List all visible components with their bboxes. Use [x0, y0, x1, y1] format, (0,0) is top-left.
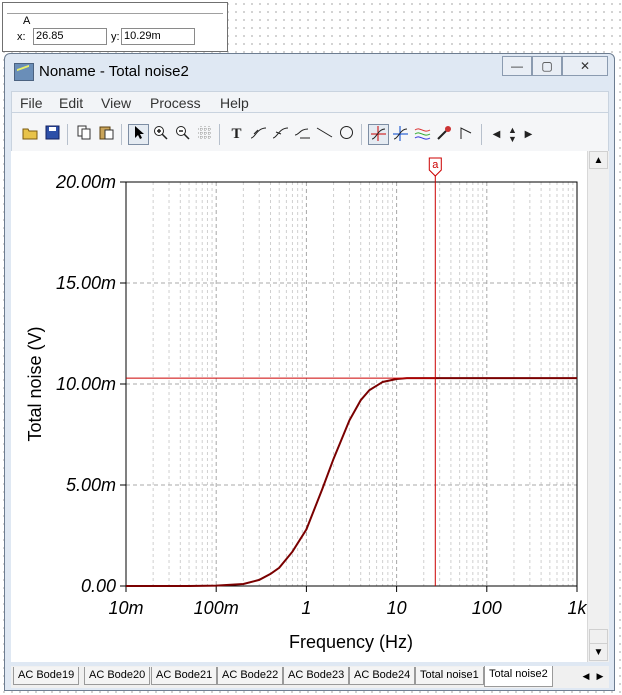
copy-icon[interactable]: [74, 124, 95, 145]
measure-icon[interactable]: [292, 124, 313, 145]
noise-curve: [126, 377, 577, 587]
readout-caption-bar: [7, 5, 223, 14]
title-bar[interactable]: Noname - Total noise2 — ▢ ✕: [5, 54, 614, 90]
y-label: y:: [111, 31, 120, 43]
zoom-out-icon[interactable]: [172, 124, 193, 145]
scroll-down-button[interactable]: ▼: [589, 643, 608, 661]
x-tick-label: 1: [301, 598, 311, 618]
menu-help[interactable]: Help: [220, 95, 249, 111]
tab-total-noise1[interactable]: Total noise1: [415, 667, 484, 685]
cursor-a-flag[interactable]: a: [428, 157, 442, 177]
x-tick-label: 10: [387, 598, 407, 618]
tab-scroll-left-icon[interactable]: ◀: [579, 667, 593, 685]
scroll-up-button[interactable]: ▲: [589, 151, 608, 169]
menu-bar: File Edit View Process Help: [11, 91, 609, 113]
menu-process[interactable]: Process: [150, 95, 201, 111]
minimize-button[interactable]: —: [502, 56, 532, 76]
text-icon[interactable]: T: [226, 124, 247, 145]
diagram-window: Noname - Total noise2 — ▢ ✕ File Edit Vi…: [4, 53, 615, 691]
y-tick-label: 10.00m: [56, 374, 116, 394]
right-arrow-icon[interactable]: ▶: [518, 124, 539, 145]
curves-icon[interactable]: [412, 124, 433, 145]
flag-icon[interactable]: [456, 124, 477, 145]
curve-label-icon[interactable]: [248, 124, 269, 145]
x-tick-label: 100m: [194, 598, 239, 618]
tab-ac-bode21[interactable]: AC Bode21: [151, 667, 218, 685]
x-value-field[interactable]: 26.85: [33, 28, 107, 45]
curve-label2-icon[interactable]: [270, 124, 291, 145]
cursor-readout-panel: A x: 26.85 y: 10.29m: [2, 2, 228, 52]
menu-edit[interactable]: Edit: [59, 95, 83, 111]
tab-ac-bode23[interactable]: AC Bode23: [283, 667, 350, 685]
cursor-name: A: [23, 15, 31, 27]
menu-view[interactable]: View: [101, 95, 131, 111]
cursor-a-label: a: [432, 159, 439, 171]
plot-area[interactable]: 0.00 5.00m 10.00m 15.00m 20.00m 10m 100m 1 10 10…: [11, 151, 588, 662]
y-tick-label: 0.00: [81, 576, 116, 596]
total-noise-chart[interactable]: 0.00 5.00m 10.00m 15.00m 20.00m 10m 100m 1 10 10…: [11, 151, 588, 662]
vertical-scrollbar[interactable]: ▲ ▼: [587, 151, 609, 662]
x-label: x:: [17, 31, 26, 43]
page-tabs: AC Bode19 AC Bode20 AC Bode21 AC Bode22 …: [11, 666, 609, 688]
tab-ac-bode22[interactable]: AC Bode22: [217, 667, 284, 685]
pointer-icon[interactable]: [128, 124, 149, 145]
tab-scroll-right-icon[interactable]: ▶: [593, 667, 607, 685]
save-icon[interactable]: [42, 124, 63, 145]
x-tick-label: 1k: [567, 598, 587, 618]
paste-icon[interactable]: [96, 124, 117, 145]
maximize-button[interactable]: ▢: [532, 56, 562, 76]
marker-icon[interactable]: [434, 124, 455, 145]
tab-ac-bode20[interactable]: AC Bode20: [84, 667, 151, 685]
menu-file[interactable]: File: [20, 95, 43, 111]
cursor-a-icon[interactable]: [368, 124, 389, 145]
toolbar: T ◀ ▲ ▼ ▶: [11, 113, 609, 151]
y-axis-title: Total noise (V): [25, 326, 45, 441]
open-folder-icon[interactable]: [20, 124, 41, 145]
window-title: Noname - Total noise2: [39, 63, 189, 80]
y-tick-label: 20.00m: [55, 172, 116, 192]
cursor-b-icon[interactable]: [390, 124, 411, 145]
zoom-in-icon[interactable]: [150, 124, 171, 145]
circle-icon[interactable]: [336, 124, 357, 145]
y-tick-label: 5.00m: [66, 475, 116, 495]
x-tick-label: 100: [472, 598, 502, 618]
line-icon[interactable]: [314, 124, 335, 145]
y-value-field[interactable]: 10.29m: [121, 28, 195, 45]
tab-ac-bode19[interactable]: AC Bode19: [13, 667, 80, 685]
grid-icon[interactable]: [194, 124, 215, 145]
tab-ac-bode24[interactable]: AC Bode24: [349, 667, 416, 685]
tab-total-noise2[interactable]: Total noise2: [484, 666, 553, 687]
app-icon: [14, 63, 34, 81]
x-tick-label: 10m: [108, 598, 143, 618]
y-tick-label: 15.00m: [56, 273, 116, 293]
x-axis-title: Frequency (Hz): [289, 632, 413, 652]
close-button[interactable]: ✕: [562, 56, 608, 76]
